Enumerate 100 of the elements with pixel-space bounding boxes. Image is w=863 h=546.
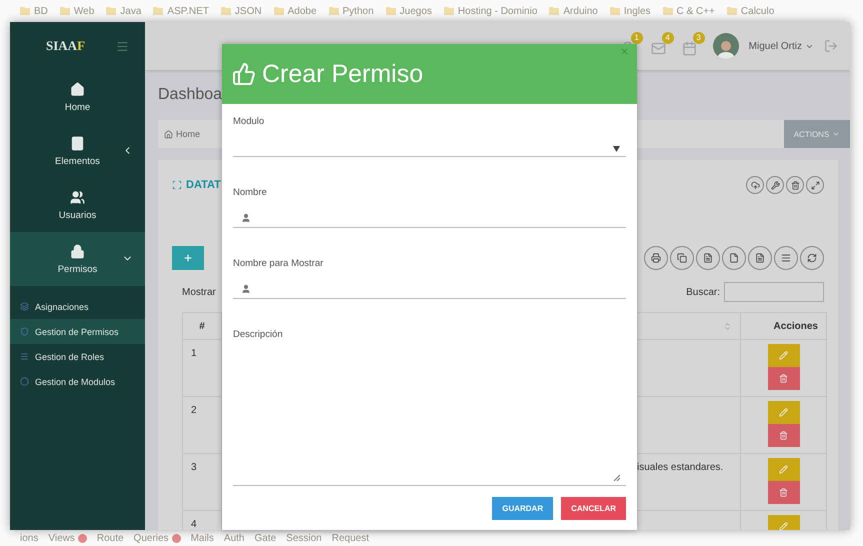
bookmark[interactable]: ASP.NET — [167, 6, 209, 16]
sidebar-item[interactable]: Usuarios — [10, 178, 145, 232]
folder-icon — [60, 7, 70, 15]
debug-tab[interactable]: Mails — [190, 532, 214, 544]
show-label: Mostrar — [182, 286, 216, 298]
debug-tab[interactable]: ions — [20, 532, 38, 544]
delete-button[interactable] — [768, 481, 800, 504]
pencil-icon — [779, 351, 788, 360]
export-button[interactable] — [670, 246, 694, 270]
mail-icon[interactable] — [650, 40, 666, 56]
edit-button[interactable] — [768, 458, 800, 481]
delete-button[interactable] — [768, 424, 800, 447]
count-badge: 4 — [662, 32, 674, 44]
debug-tab[interactable]: Request — [332, 532, 369, 544]
resize-grip-icon — [613, 474, 620, 481]
add-button[interactable] — [172, 246, 204, 270]
document-icon — [755, 253, 765, 263]
cloud-upload-icon — [750, 180, 760, 190]
export-button[interactable] — [748, 246, 772, 270]
bookmark[interactable]: Juegos — [400, 6, 432, 16]
folder-icon — [386, 7, 396, 15]
frame-icon — [172, 180, 182, 190]
bookmark[interactable]: BD — [34, 6, 48, 16]
debug-tab[interactable]: Views — [48, 532, 87, 544]
bookmark[interactable]: Hosting - Dominio — [458, 6, 538, 16]
bookmark[interactable]: Arduino — [563, 6, 598, 16]
export-button[interactable] — [696, 246, 720, 270]
badge-icon — [78, 534, 87, 542]
tool-button[interactable] — [806, 176, 824, 194]
folder-icon — [20, 7, 30, 15]
debug-tab[interactable]: Session — [286, 532, 322, 544]
pencil-icon — [779, 465, 788, 474]
breadcrumb[interactable]: Home — [164, 129, 200, 139]
wrench-icon — [770, 180, 780, 190]
folder-icon — [610, 7, 620, 15]
folder-icon — [444, 7, 454, 15]
list-icon — [781, 253, 791, 263]
page-title: Dashboa — [158, 85, 222, 105]
tool-button[interactable] — [786, 176, 804, 194]
count-badge: 1 — [630, 32, 643, 44]
actions-button[interactable]: ACTIONS — [784, 120, 850, 148]
brand-logo: SIAAF — [46, 38, 86, 54]
bookmark[interactable]: Java — [120, 6, 142, 16]
dropdown-arrow-icon — [613, 146, 620, 152]
submenu-item[interactable]: Gestion de Roles — [10, 344, 145, 369]
close-icon[interactable] — [620, 47, 629, 56]
sort-icon[interactable] — [723, 322, 732, 330]
debug-tab[interactable]: Gate — [254, 532, 276, 544]
document-icon — [703, 253, 713, 263]
folder-icon — [726, 7, 737, 15]
export-button[interactable] — [722, 246, 746, 270]
bookmark[interactable]: Ingles — [624, 6, 651, 16]
sidebar-item[interactable]: Home — [10, 70, 145, 124]
bookmark[interactable]: Web — [74, 6, 94, 16]
menu-icon[interactable] — [116, 40, 129, 52]
bookmark[interactable]: JSON — [234, 6, 262, 16]
logout-icon[interactable] — [824, 39, 838, 53]
bookmark[interactable]: Python — [342, 6, 374, 16]
user-icon — [241, 213, 251, 223]
tool-button[interactable] — [766, 176, 784, 194]
copy-icon — [677, 253, 687, 263]
trash-icon — [779, 374, 788, 383]
submenu-item[interactable]: Asignaciones — [10, 294, 145, 319]
export-button[interactable] — [800, 246, 824, 270]
export-button[interactable] — [774, 246, 798, 270]
lock-icon — [70, 244, 85, 258]
search-field[interactable] — [724, 282, 824, 302]
avatar[interactable] — [712, 33, 739, 59]
bookmark[interactable]: C & C++ — [676, 6, 715, 16]
file-icon — [729, 253, 739, 263]
column-header[interactable]: Acciones — [741, 313, 827, 340]
sidebar-item[interactable]: Elementos — [10, 124, 145, 178]
edit-button[interactable] — [768, 401, 800, 424]
circle-icon — [20, 377, 29, 386]
bookmark[interactable]: Calculo — [740, 6, 774, 16]
folder-icon — [220, 7, 231, 15]
edit-button[interactable] — [768, 344, 800, 367]
tool-button[interactable] — [746, 176, 764, 194]
field-label: Nombre — [233, 187, 267, 198]
layers-icon — [20, 302, 29, 311]
debug-tab[interactable]: Queries — [134, 532, 181, 544]
home-icon — [70, 82, 85, 96]
save-button[interactable]: GUARDAR — [492, 497, 554, 520]
submenu-item[interactable]: Gestion de Permisos — [10, 319, 145, 344]
submenu-item[interactable]: Gestion de Modulos — [10, 369, 145, 394]
sidebar-item[interactable]: Permisos — [10, 232, 145, 286]
debug-tab[interactable]: Route — [96, 532, 124, 544]
folder-icon — [328, 7, 339, 15]
home-icon — [164, 130, 173, 138]
user-menu[interactable]: Miguel Ortiz — [748, 40, 814, 52]
chevron-down-icon — [832, 130, 840, 138]
export-button[interactable] — [644, 246, 668, 270]
calendar-icon[interactable] — [682, 40, 697, 56]
delete-button[interactable] — [768, 367, 800, 390]
bookmark[interactable]: Adobe — [288, 6, 317, 16]
badge-icon — [172, 534, 181, 542]
building-icon — [70, 136, 85, 150]
user-icon — [241, 284, 251, 294]
cancel-button[interactable]: CANCELAR — [561, 497, 626, 520]
debug-tab[interactable]: Auth — [224, 532, 244, 544]
